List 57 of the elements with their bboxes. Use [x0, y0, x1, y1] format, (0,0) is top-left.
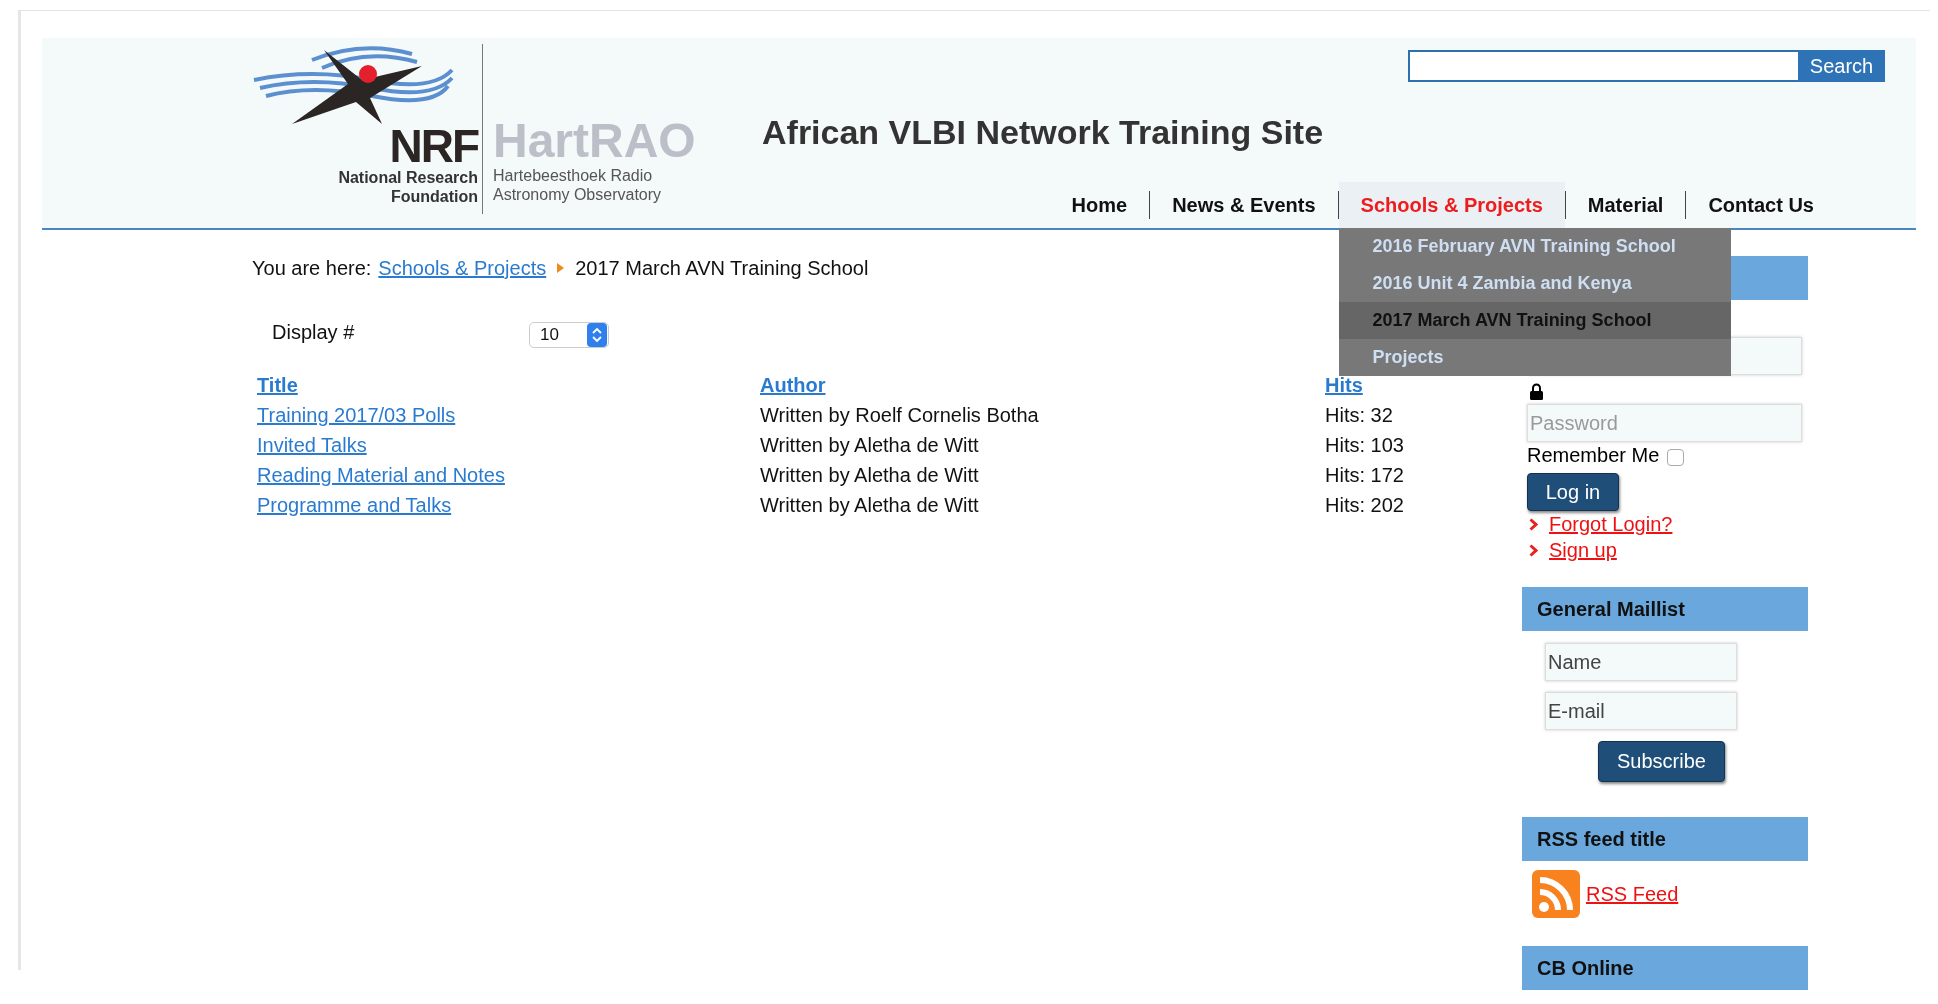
- article-link[interactable]: Reading Material and Notes: [257, 463, 505, 487]
- article-link[interactable]: Invited Talks: [257, 433, 367, 457]
- logo-caption: National Research: [338, 168, 478, 187]
- column-header-link[interactable]: Author: [760, 373, 826, 397]
- breadcrumb-link[interactable]: Schools & Projects: [378, 256, 547, 280]
- module-title: RSS feed title: [1537, 827, 1666, 851]
- module-title: General Maillist: [1537, 597, 1685, 621]
- dropdown-item[interactable]: 2016 February AVN Training School: [1338, 228, 1731, 265]
- remember-me-checkbox[interactable]: [1667, 449, 1685, 466]
- article-link[interactable]: Training 2017/03 Polls: [257, 403, 456, 427]
- logo-mark: NRF: [389, 124, 478, 168]
- nav-item[interactable]: Schools & Projects: [1338, 182, 1565, 228]
- logo-caption: Foundation: [390, 187, 478, 206]
- article-link[interactable]: Programme and Talks: [257, 493, 452, 517]
- column-header-link[interactable]: Hits: [1325, 373, 1363, 397]
- chevron-icon: [1529, 517, 1538, 531]
- dropdown-item[interactable]: Projects: [1338, 339, 1731, 376]
- site-title: African VLBI Network Training Site: [762, 112, 1325, 152]
- rss-icon: [1532, 870, 1580, 918]
- table-cell: Written by Aletha de Witt: [760, 463, 979, 487]
- table-cell: Written by Aletha de Witt: [760, 493, 979, 517]
- maillist-field[interactable]: E-mail: [1545, 692, 1737, 730]
- logo-subtitle: Astronomy Observatory: [493, 185, 663, 204]
- search-button[interactable]: Search: [1798, 50, 1885, 82]
- login-link[interactable]: Forgot Login?: [1549, 512, 1673, 536]
- module-title: CB Online: [1537, 956, 1634, 980]
- remember-me-label: Remember Me: [1527, 444, 1660, 467]
- nav-item[interactable]: Home: [1049, 182, 1150, 228]
- login-link[interactable]: Sign up: [1549, 538, 1617, 562]
- caret-icon: [557, 263, 565, 273]
- table-cell: Written by Roelf Cornelis Botha: [760, 403, 1039, 427]
- table-cell: Written by Aletha de Witt: [760, 433, 979, 457]
- stepper-icon: [587, 323, 607, 347]
- table-cell: Hits: 172: [1325, 463, 1404, 487]
- breadcrumb-current: 2017 March AVN Training School: [575, 256, 869, 280]
- rss-feed-link[interactable]: RSS Feed: [1586, 882, 1679, 906]
- display-select[interactable]: 10: [529, 322, 609, 348]
- table-cell: Hits: 103: [1325, 433, 1404, 457]
- chevron-icon: [1529, 543, 1538, 557]
- dropdown-item[interactable]: 2017 March AVN Training School: [1338, 302, 1731, 339]
- breadcrumb-label: You are here:: [252, 256, 372, 280]
- column-header-link[interactable]: Title: [257, 373, 298, 397]
- login-button[interactable]: Log in: [1527, 473, 1619, 511]
- nav-item[interactable]: Contact Us: [1686, 182, 1836, 228]
- table-cell: Hits: 202: [1325, 493, 1404, 517]
- subscribe-button[interactable]: Subscribe: [1598, 741, 1725, 782]
- table-cell: Hits: 32: [1325, 403, 1393, 427]
- logo-subtitle: Hartebeesthoek Radio: [493, 166, 654, 185]
- lock-icon: [1530, 383, 1543, 400]
- display-label: Display #: [272, 320, 356, 344]
- nav-item[interactable]: Material: [1565, 182, 1686, 228]
- dropdown-item[interactable]: 2016 Unit 4 Zambia and Kenya: [1338, 265, 1731, 302]
- password-field[interactable]: Password: [1527, 404, 1802, 442]
- logo-name: HartRAO: [493, 116, 696, 166]
- search-field[interactable]: [1408, 50, 1798, 82]
- maillist-field[interactable]: Name: [1545, 643, 1737, 681]
- nav-item[interactable]: News & Events: [1150, 182, 1338, 228]
